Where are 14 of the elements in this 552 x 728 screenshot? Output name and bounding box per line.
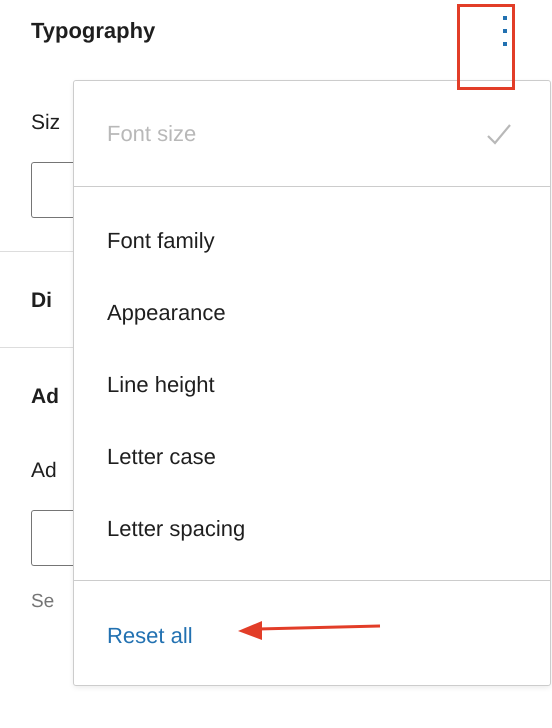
reset-link[interactable]: Reset all xyxy=(74,600,231,672)
help-text: Se xyxy=(31,590,54,614)
field-label: Siz xyxy=(31,110,60,136)
checkmark-icon xyxy=(486,123,512,145)
panel-title: Typography xyxy=(31,18,156,44)
menu-item[interactable]: Letter spacing xyxy=(74,493,550,565)
menu-item[interactable]: Appearance xyxy=(74,277,550,349)
menu-item[interactable]: Font family xyxy=(74,205,550,277)
menu-item[interactable]: Line height xyxy=(74,349,550,421)
menu-item[interactable]: Letter case xyxy=(74,421,550,493)
field-label: Ad xyxy=(31,458,57,484)
section-heading: Ad xyxy=(31,384,59,410)
section-heading: Di xyxy=(31,288,52,314)
more-options-icon xyxy=(502,15,508,47)
